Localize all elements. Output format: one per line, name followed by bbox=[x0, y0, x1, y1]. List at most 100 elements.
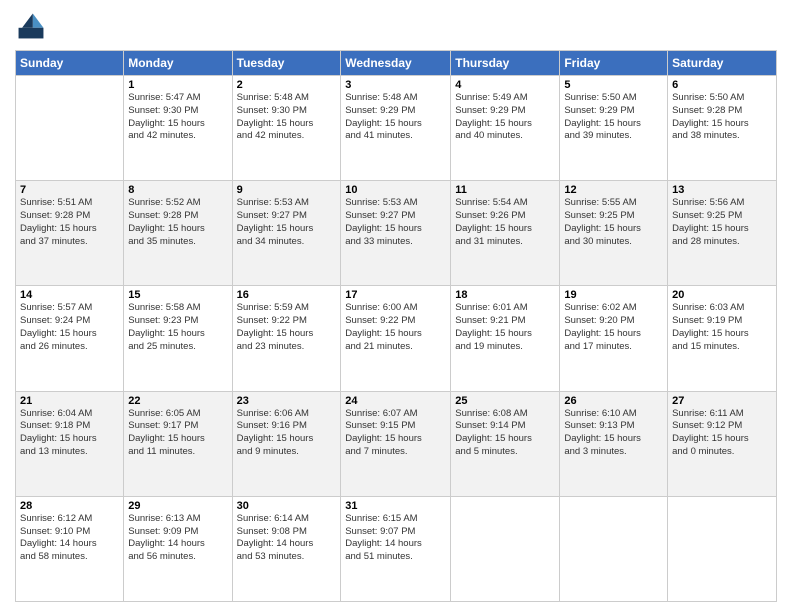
day-info: Sunrise: 5:50 AMSunset: 9:28 PMDaylight:… bbox=[672, 92, 772, 143]
day-number: 15 bbox=[128, 289, 227, 301]
day-number: 24 bbox=[345, 395, 446, 407]
day-number: 21 bbox=[20, 395, 119, 407]
day-info: Sunrise: 6:04 AMSunset: 9:18 PMDaylight:… bbox=[20, 408, 119, 459]
day-number: 17 bbox=[345, 289, 446, 301]
day-info: Sunrise: 5:51 AMSunset: 9:28 PMDaylight:… bbox=[20, 197, 119, 248]
calendar-cell: 5Sunrise: 5:50 AMSunset: 9:29 PMDaylight… bbox=[560, 76, 668, 181]
day-number: 6 bbox=[672, 79, 772, 91]
calendar-cell bbox=[560, 496, 668, 601]
day-number: 8 bbox=[128, 184, 227, 196]
calendar-cell: 1Sunrise: 5:47 AMSunset: 9:30 PMDaylight… bbox=[124, 76, 232, 181]
day-info: Sunrise: 6:12 AMSunset: 9:10 PMDaylight:… bbox=[20, 513, 119, 564]
calendar-cell: 24Sunrise: 6:07 AMSunset: 9:15 PMDayligh… bbox=[341, 391, 451, 496]
calendar-cell: 8Sunrise: 5:52 AMSunset: 9:28 PMDaylight… bbox=[124, 181, 232, 286]
day-info: Sunrise: 6:00 AMSunset: 9:22 PMDaylight:… bbox=[345, 302, 446, 353]
day-info: Sunrise: 6:08 AMSunset: 9:14 PMDaylight:… bbox=[455, 408, 555, 459]
calendar-cell: 7Sunrise: 5:51 AMSunset: 9:28 PMDaylight… bbox=[16, 181, 124, 286]
calendar-cell: 14Sunrise: 5:57 AMSunset: 9:24 PMDayligh… bbox=[16, 286, 124, 391]
calendar-cell bbox=[16, 76, 124, 181]
day-number: 30 bbox=[237, 500, 337, 512]
day-info: Sunrise: 5:57 AMSunset: 9:24 PMDaylight:… bbox=[20, 302, 119, 353]
col-header-wednesday: Wednesday bbox=[341, 51, 451, 76]
day-number: 14 bbox=[20, 289, 119, 301]
calendar-cell bbox=[668, 496, 777, 601]
col-header-monday: Monday bbox=[124, 51, 232, 76]
day-info: Sunrise: 6:02 AMSunset: 9:20 PMDaylight:… bbox=[564, 302, 663, 353]
day-info: Sunrise: 6:01 AMSunset: 9:21 PMDaylight:… bbox=[455, 302, 555, 353]
day-number: 27 bbox=[672, 395, 772, 407]
day-number: 31 bbox=[345, 500, 446, 512]
day-info: Sunrise: 5:55 AMSunset: 9:25 PMDaylight:… bbox=[564, 197, 663, 248]
header-row: SundayMondayTuesdayWednesdayThursdayFrid… bbox=[16, 51, 777, 76]
calendar-cell: 9Sunrise: 5:53 AMSunset: 9:27 PMDaylight… bbox=[232, 181, 341, 286]
calendar-cell: 17Sunrise: 6:00 AMSunset: 9:22 PMDayligh… bbox=[341, 286, 451, 391]
calendar-table: SundayMondayTuesdayWednesdayThursdayFrid… bbox=[15, 50, 777, 602]
calendar-cell: 26Sunrise: 6:10 AMSunset: 9:13 PMDayligh… bbox=[560, 391, 668, 496]
day-number: 28 bbox=[20, 500, 119, 512]
day-info: Sunrise: 6:07 AMSunset: 9:15 PMDaylight:… bbox=[345, 408, 446, 459]
calendar-cell: 2Sunrise: 5:48 AMSunset: 9:30 PMDaylight… bbox=[232, 76, 341, 181]
day-number: 12 bbox=[564, 184, 663, 196]
day-number: 9 bbox=[237, 184, 337, 196]
calendar-cell: 27Sunrise: 6:11 AMSunset: 9:12 PMDayligh… bbox=[668, 391, 777, 496]
col-header-friday: Friday bbox=[560, 51, 668, 76]
col-header-tuesday: Tuesday bbox=[232, 51, 341, 76]
col-header-thursday: Thursday bbox=[451, 51, 560, 76]
day-info: Sunrise: 5:53 AMSunset: 9:27 PMDaylight:… bbox=[345, 197, 446, 248]
day-info: Sunrise: 6:15 AMSunset: 9:07 PMDaylight:… bbox=[345, 513, 446, 564]
day-number: 23 bbox=[237, 395, 337, 407]
calendar-cell: 23Sunrise: 6:06 AMSunset: 9:16 PMDayligh… bbox=[232, 391, 341, 496]
calendar-cell: 18Sunrise: 6:01 AMSunset: 9:21 PMDayligh… bbox=[451, 286, 560, 391]
day-number: 18 bbox=[455, 289, 555, 301]
day-number: 25 bbox=[455, 395, 555, 407]
day-number: 1 bbox=[128, 79, 227, 91]
day-info: Sunrise: 6:14 AMSunset: 9:08 PMDaylight:… bbox=[237, 513, 337, 564]
calendar-cell: 10Sunrise: 5:53 AMSunset: 9:27 PMDayligh… bbox=[341, 181, 451, 286]
calendar-cell: 25Sunrise: 6:08 AMSunset: 9:14 PMDayligh… bbox=[451, 391, 560, 496]
day-number: 2 bbox=[237, 79, 337, 91]
day-info: Sunrise: 5:58 AMSunset: 9:23 PMDaylight:… bbox=[128, 302, 227, 353]
day-number: 29 bbox=[128, 500, 227, 512]
header bbox=[15, 10, 777, 42]
calendar-cell: 20Sunrise: 6:03 AMSunset: 9:19 PMDayligh… bbox=[668, 286, 777, 391]
calendar-cell: 22Sunrise: 6:05 AMSunset: 9:17 PMDayligh… bbox=[124, 391, 232, 496]
day-number: 10 bbox=[345, 184, 446, 196]
day-info: Sunrise: 5:47 AMSunset: 9:30 PMDaylight:… bbox=[128, 92, 227, 143]
col-header-saturday: Saturday bbox=[668, 51, 777, 76]
day-info: Sunrise: 5:48 AMSunset: 9:29 PMDaylight:… bbox=[345, 92, 446, 143]
day-info: Sunrise: 6:10 AMSunset: 9:13 PMDaylight:… bbox=[564, 408, 663, 459]
day-number: 26 bbox=[564, 395, 663, 407]
calendar-cell: 19Sunrise: 6:02 AMSunset: 9:20 PMDayligh… bbox=[560, 286, 668, 391]
logo-icon bbox=[15, 10, 47, 42]
day-info: Sunrise: 6:05 AMSunset: 9:17 PMDaylight:… bbox=[128, 408, 227, 459]
day-number: 11 bbox=[455, 184, 555, 196]
calendar-cell: 16Sunrise: 5:59 AMSunset: 9:22 PMDayligh… bbox=[232, 286, 341, 391]
week-row-2: 7Sunrise: 5:51 AMSunset: 9:28 PMDaylight… bbox=[16, 181, 777, 286]
day-number: 3 bbox=[345, 79, 446, 91]
calendar-cell: 12Sunrise: 5:55 AMSunset: 9:25 PMDayligh… bbox=[560, 181, 668, 286]
calendar-cell: 31Sunrise: 6:15 AMSunset: 9:07 PMDayligh… bbox=[341, 496, 451, 601]
day-number: 22 bbox=[128, 395, 227, 407]
calendar-cell: 21Sunrise: 6:04 AMSunset: 9:18 PMDayligh… bbox=[16, 391, 124, 496]
day-number: 20 bbox=[672, 289, 772, 301]
day-number: 13 bbox=[672, 184, 772, 196]
day-info: Sunrise: 5:59 AMSunset: 9:22 PMDaylight:… bbox=[237, 302, 337, 353]
day-info: Sunrise: 5:54 AMSunset: 9:26 PMDaylight:… bbox=[455, 197, 555, 248]
day-number: 4 bbox=[455, 79, 555, 91]
calendar-page: SundayMondayTuesdayWednesdayThursdayFrid… bbox=[0, 0, 792, 612]
calendar-cell: 28Sunrise: 6:12 AMSunset: 9:10 PMDayligh… bbox=[16, 496, 124, 601]
logo bbox=[15, 10, 51, 42]
day-info: Sunrise: 6:13 AMSunset: 9:09 PMDaylight:… bbox=[128, 513, 227, 564]
calendar-cell: 6Sunrise: 5:50 AMSunset: 9:28 PMDaylight… bbox=[668, 76, 777, 181]
day-info: Sunrise: 6:06 AMSunset: 9:16 PMDaylight:… bbox=[237, 408, 337, 459]
calendar-cell: 29Sunrise: 6:13 AMSunset: 9:09 PMDayligh… bbox=[124, 496, 232, 601]
calendar-cell bbox=[451, 496, 560, 601]
day-number: 16 bbox=[237, 289, 337, 301]
week-row-4: 21Sunrise: 6:04 AMSunset: 9:18 PMDayligh… bbox=[16, 391, 777, 496]
week-row-3: 14Sunrise: 5:57 AMSunset: 9:24 PMDayligh… bbox=[16, 286, 777, 391]
calendar-cell: 13Sunrise: 5:56 AMSunset: 9:25 PMDayligh… bbox=[668, 181, 777, 286]
day-info: Sunrise: 6:03 AMSunset: 9:19 PMDaylight:… bbox=[672, 302, 772, 353]
day-number: 5 bbox=[564, 79, 663, 91]
calendar-cell: 3Sunrise: 5:48 AMSunset: 9:29 PMDaylight… bbox=[341, 76, 451, 181]
calendar-cell: 11Sunrise: 5:54 AMSunset: 9:26 PMDayligh… bbox=[451, 181, 560, 286]
